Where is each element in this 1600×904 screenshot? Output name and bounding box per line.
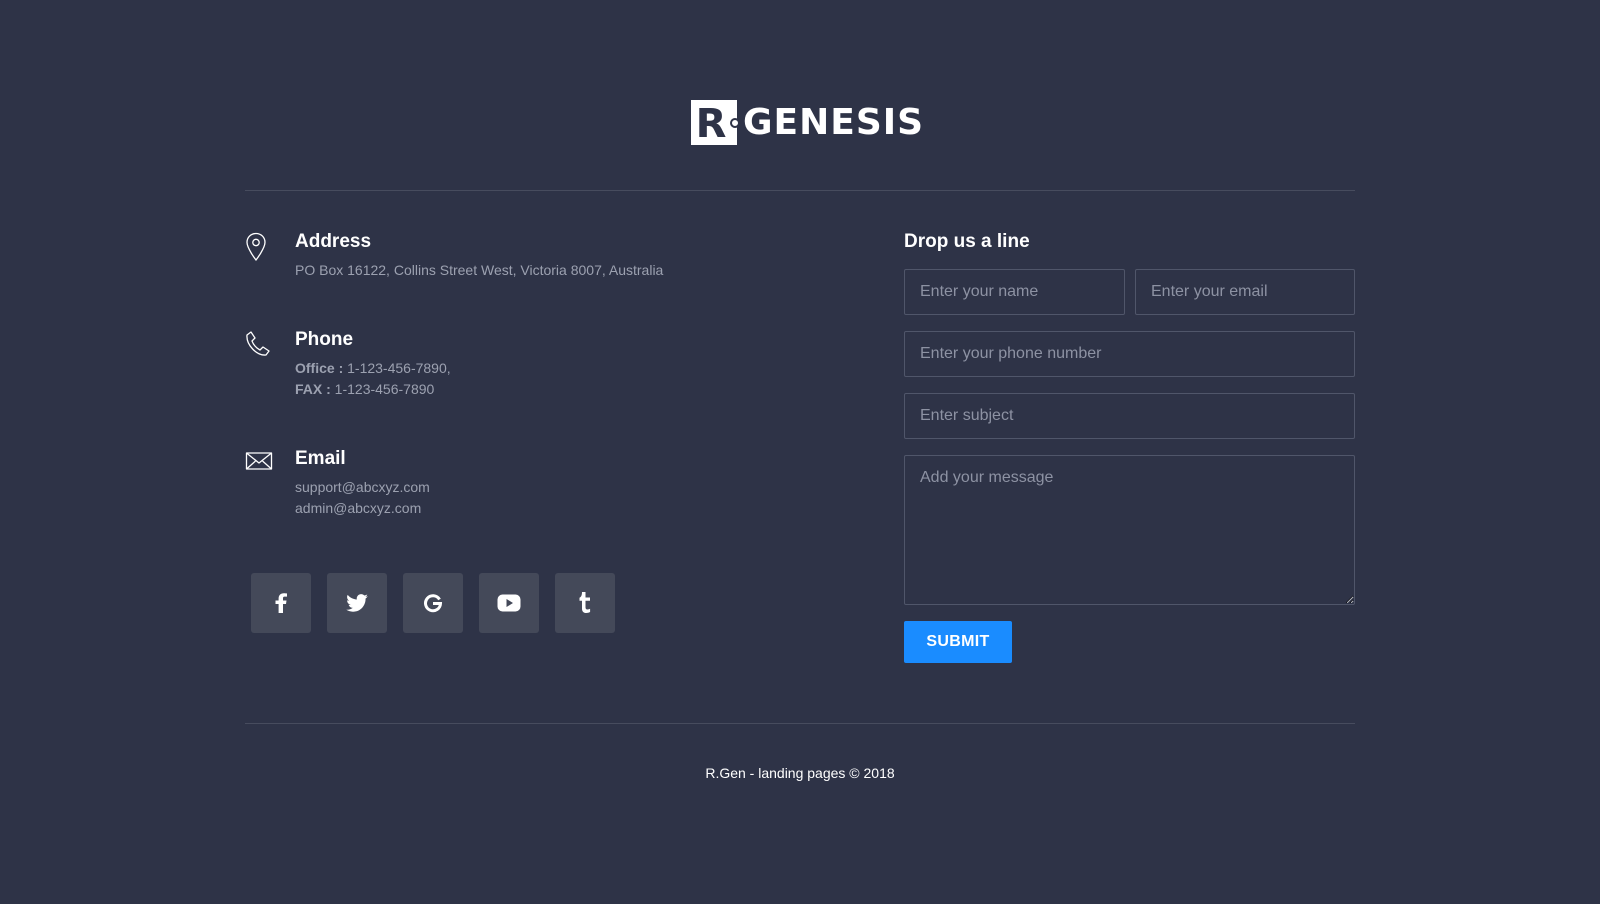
envelope-icon xyxy=(245,447,295,481)
phone-title: Phone xyxy=(295,329,354,350)
logo-mark-letter: R xyxy=(695,100,727,147)
google-icon xyxy=(424,594,443,613)
phone-input[interactable] xyxy=(904,331,1355,377)
form-title: Drop us a line xyxy=(904,231,1030,252)
email-admin[interactable]: admin@abcxyz.com xyxy=(295,498,430,519)
map-pin-icon xyxy=(245,230,295,264)
email-support[interactable]: support@abcxyz.com xyxy=(295,477,430,498)
facebook-button[interactable] xyxy=(251,573,311,633)
office-label: Office : xyxy=(295,360,344,376)
address-block: Address PO Box 16122, Collins Street Wes… xyxy=(245,230,663,281)
logo-mark: R xyxy=(691,100,740,147)
youtube-icon xyxy=(497,594,521,612)
email-input[interactable] xyxy=(1135,269,1355,315)
subject-input[interactable] xyxy=(904,393,1355,439)
tumblr-button[interactable] xyxy=(555,573,615,633)
footer-copyright: R.Gen - landing pages © 2018 xyxy=(705,765,895,781)
logo-text: GENESIS xyxy=(743,101,925,143)
phone-block: Phone Office : 1-123-456-7890, FAX : 1-1… xyxy=(245,328,451,400)
top-divider xyxy=(245,190,1355,191)
bottom-divider xyxy=(245,723,1355,724)
twitter-icon xyxy=(346,594,368,612)
phone-fax-line: FAX : 1-123-456-7890 xyxy=(295,379,451,400)
social-links xyxy=(251,573,615,633)
google-button[interactable] xyxy=(403,573,463,633)
phone-icon xyxy=(245,328,295,362)
submit-button[interactable]: SUBMIT xyxy=(904,621,1012,663)
address-title: Address xyxy=(295,231,372,252)
logo-mark-dot xyxy=(730,118,740,128)
phone-office-line: Office : 1-123-456-7890, xyxy=(295,358,451,379)
contact-footer-page: R GENESIS Address PO Box 16122, Collins … xyxy=(0,0,1600,904)
brand-logo[interactable]: R GENESIS xyxy=(691,100,924,145)
facebook-icon xyxy=(275,593,287,613)
fax-label: FAX : xyxy=(295,381,331,397)
address-line: PO Box 16122, Collins Street West, Victo… xyxy=(295,262,664,278)
twitter-button[interactable] xyxy=(327,573,387,633)
youtube-button[interactable] xyxy=(479,573,539,633)
office-number[interactable]: 1-123-456-7890, xyxy=(347,360,451,376)
fax-number[interactable]: 1-123-456-7890 xyxy=(335,381,435,397)
name-input[interactable] xyxy=(904,269,1125,315)
email-block: Email support@abcxyz.com admin@abcxyz.co… xyxy=(245,447,430,519)
tumblr-icon xyxy=(579,592,591,613)
message-textarea[interactable] xyxy=(904,455,1355,605)
email-title: Email xyxy=(295,448,346,469)
